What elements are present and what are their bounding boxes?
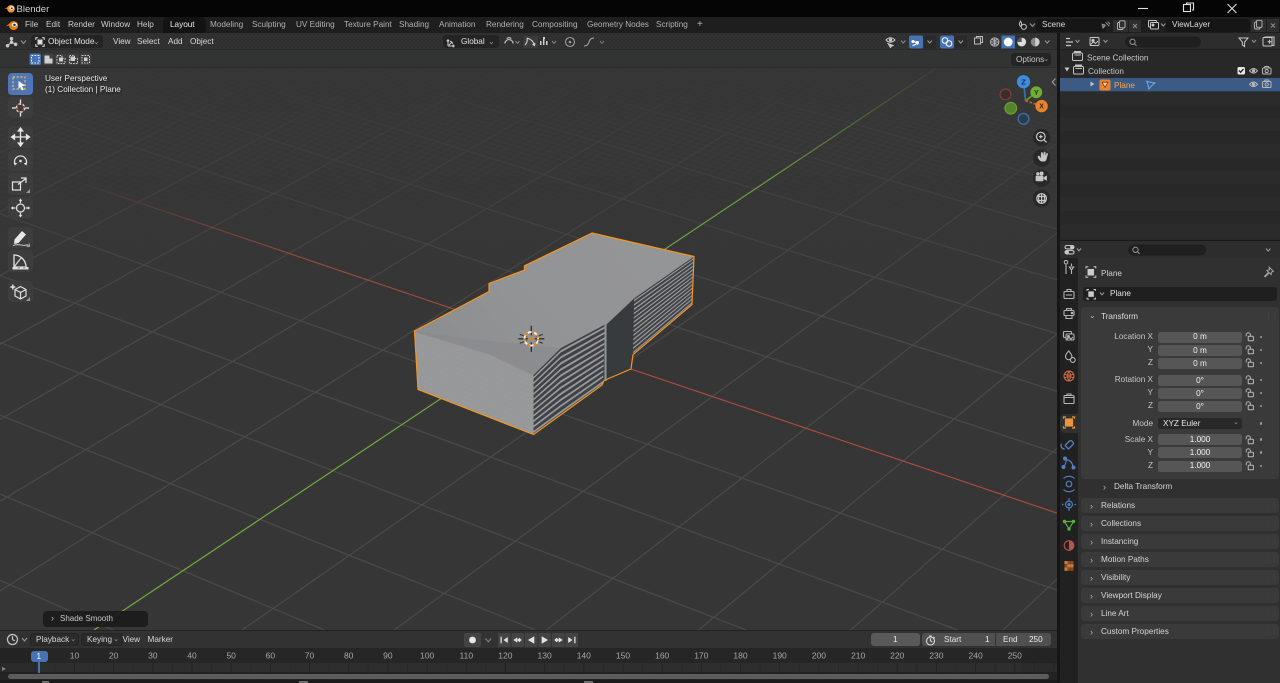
svg-text:150: 150 (616, 651, 630, 661)
svg-text:Z: Z (1021, 78, 1026, 87)
svg-text:Y: Y (1034, 90, 1039, 97)
svg-text:240: 240 (969, 651, 983, 661)
svg-text:50: 50 (226, 651, 236, 661)
svg-text:70: 70 (305, 651, 315, 661)
svg-text:200: 200 (812, 651, 826, 661)
svg-text:Plane: Plane (1114, 81, 1135, 90)
svg-text:220: 220 (890, 651, 904, 661)
svg-text:20: 20 (109, 651, 119, 661)
svg-text:120: 120 (498, 651, 512, 661)
svg-text:100: 100 (420, 651, 434, 661)
svg-text:140: 140 (577, 651, 591, 661)
svg-text:X: X (1039, 104, 1044, 111)
svg-text:130: 130 (538, 651, 552, 661)
svg-text:110: 110 (460, 651, 474, 661)
svg-text:170: 170 (694, 651, 708, 661)
svg-text:Collection: Collection (1088, 67, 1124, 76)
svg-text:60: 60 (266, 651, 276, 661)
svg-text:80: 80 (344, 651, 354, 661)
svg-text:40: 40 (187, 651, 197, 661)
svg-text:180: 180 (733, 651, 747, 661)
svg-text:Scene Collection: Scene Collection (1087, 54, 1149, 63)
svg-text:160: 160 (655, 651, 669, 661)
svg-text:10: 10 (70, 651, 80, 661)
svg-text:210: 210 (851, 651, 865, 661)
svg-text:250: 250 (1008, 651, 1022, 661)
svg-text:230: 230 (929, 651, 943, 661)
svg-text:30: 30 (148, 651, 158, 661)
svg-text:90: 90 (383, 651, 393, 661)
svg-text:190: 190 (773, 651, 787, 661)
